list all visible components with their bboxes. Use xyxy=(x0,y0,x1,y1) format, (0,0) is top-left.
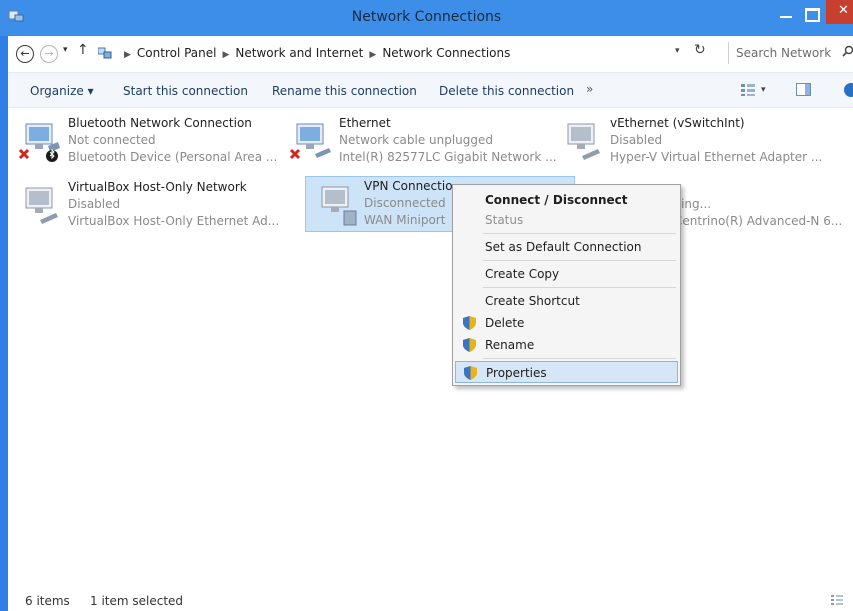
connection-device: WAN Miniport xyxy=(364,213,446,227)
start-connection-button[interactable]: Start this connection xyxy=(123,84,248,98)
uac-shield-icon xyxy=(463,316,476,330)
command-bar: Organize ▾ Start this connection Rename … xyxy=(8,72,853,108)
connection-status: Disconnected xyxy=(364,196,446,210)
forward-button[interactable]: → xyxy=(40,45,58,63)
vpn-connection-icon xyxy=(321,186,357,226)
title-bar[interactable]: Network Connections xyxy=(0,0,853,36)
rename-connection-button[interactable]: Rename this connection xyxy=(272,84,417,98)
help-icon[interactable] xyxy=(844,83,853,97)
address-dropdown-icon[interactable]: ▾ xyxy=(675,46,680,56)
breadcrumb[interactable]: ▶ Control Panel ▶ Network and Internet ▶ Netw… xyxy=(95,42,720,64)
connection-name: VirtualBox Host-Only Network xyxy=(68,180,247,194)
menu-item-rename[interactable]: Rename xyxy=(455,334,678,356)
connection-name: VPN Connectio xyxy=(364,179,453,193)
menu-item-connect-disconnect[interactable]: Connect / Disconnect xyxy=(455,189,678,211)
connection-status: Not connected xyxy=(68,133,156,147)
recent-locations-chevron-icon[interactable]: ▾ xyxy=(63,45,68,55)
preview-pane-icon[interactable] xyxy=(796,83,811,96)
connection-name: Bluetooth Network Connection xyxy=(68,116,252,130)
menu-separator xyxy=(483,287,676,288)
back-button[interactable]: ← xyxy=(16,45,34,63)
connection-device: Intel(R) 82577LC Gigabit Network ... xyxy=(339,150,557,164)
network-adapter-icon xyxy=(25,187,58,224)
breadcrumb-separator-icon: ▶ xyxy=(369,50,377,60)
maximize-button[interactable] xyxy=(800,6,822,22)
network-adapter-icon xyxy=(18,123,60,162)
context-menu: Connect / Disconnect Status Set as Defau… xyxy=(452,184,681,386)
uac-shield-icon xyxy=(464,366,477,380)
more-commands-button[interactable]: » xyxy=(586,82,593,96)
selection-count: 1 item selected xyxy=(90,594,184,608)
menu-separator xyxy=(483,233,676,234)
menu-separator xyxy=(483,260,676,261)
uac-shield-icon xyxy=(463,338,476,352)
connection-device: Centrino(R) Advanced-N 6... xyxy=(674,214,843,228)
connection-device: Bluetooth Device (Personal Area ... xyxy=(68,150,278,164)
change-view-icon[interactable] xyxy=(741,84,755,96)
menu-item-delete[interactable]: Delete xyxy=(455,312,678,334)
menu-item-set-default[interactable]: Set as Default Connection xyxy=(455,236,678,258)
search-icon[interactable] xyxy=(842,45,853,57)
menu-item-create-shortcut[interactable]: Create Shortcut xyxy=(455,290,678,312)
connection-name: Ethernet xyxy=(339,116,391,130)
connection-device: VirtualBox Host-Only Ethernet Ad... xyxy=(68,214,280,228)
connection-item-virtualbox[interactable]: VirtualBox Host-Only Network Disabled Vi… xyxy=(10,178,280,234)
address-bar: ← → ▾ ↑ ▶ Control Panel ▶ Network and Inter… xyxy=(8,36,853,70)
delete-connection-button[interactable]: Delete this connection xyxy=(439,84,574,98)
minimize-button[interactable] xyxy=(775,6,797,22)
search-input[interactable] xyxy=(736,44,836,61)
menu-item-create-copy[interactable]: Create Copy xyxy=(455,263,678,285)
search-box[interactable] xyxy=(728,42,853,64)
status-bar: 6 items 1 item selected xyxy=(8,590,853,611)
breadcrumb-network-and-internet[interactable]: Network and Internet xyxy=(235,46,363,60)
network-connections-icon xyxy=(98,47,112,59)
close-button[interactable] xyxy=(826,0,853,24)
connection-status: Disabled xyxy=(68,197,121,211)
breadcrumb-separator-icon: ▶ xyxy=(222,50,230,60)
refresh-icon[interactable]: ↻ xyxy=(694,42,706,58)
connection-item-ethernet[interactable]: Ethernet Network cable unplugged Intel(R… xyxy=(281,114,557,170)
connection-name: vEthernet (vSwitchInt) xyxy=(610,116,745,130)
menu-item-status: Status xyxy=(485,213,524,227)
breadcrumb-control-panel[interactable]: Control Panel xyxy=(137,46,217,60)
organize-button[interactable]: Organize ▾ xyxy=(30,84,94,98)
view-dropdown-icon[interactable]: ▾ xyxy=(761,85,766,95)
network-adapter-icon xyxy=(289,123,331,160)
menu-item-properties[interactable]: Properties xyxy=(455,361,678,383)
menu-separator xyxy=(483,358,676,359)
connection-status: Network cable unplugged xyxy=(339,133,494,147)
network-adapter-icon xyxy=(567,123,600,160)
connection-status: Disabled xyxy=(610,133,663,147)
up-button[interactable]: ↑ xyxy=(77,42,89,58)
window-title: Network Connections xyxy=(351,9,502,25)
connection-item-vethernet[interactable]: vEthernet (vSwitchInt) Disabled Hyper-V … xyxy=(552,114,822,170)
connection-item-bluetooth[interactable]: Bluetooth Network Connection Not connect… xyxy=(10,114,280,170)
breadcrumb-separator-icon: ▶ xyxy=(124,50,131,60)
item-count: 6 items xyxy=(25,594,70,608)
network-connections-window: Network Connections ← → ▾ ↑ ▶ Control Pan… xyxy=(0,0,853,611)
breadcrumb-network-connections[interactable]: Network Connections xyxy=(382,46,510,60)
connection-device: Hyper-V Virtual Ethernet Adapter ... xyxy=(610,150,823,164)
details-view-icon[interactable] xyxy=(831,595,843,606)
